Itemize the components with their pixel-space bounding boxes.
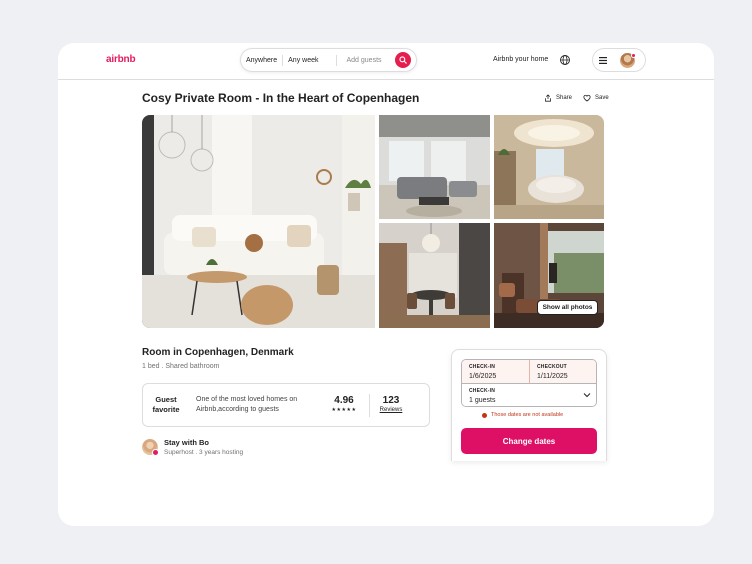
guest-favorite-card: Guest favorite One of the most loved hom… [142,383,430,427]
photo-living-room-grey-sofa[interactable] [379,115,490,219]
star-icons: ★★★★★ [331,407,357,413]
photo-main-living-room[interactable] [142,115,375,328]
listing-page: airbnb Anywhere Any week Add guests Airb… [58,43,714,526]
heart-icon [583,94,591,102]
reviews-link[interactable]: Reviews [375,407,407,413]
share-button[interactable]: Share [544,94,572,102]
guests-label: CHECK-IN [469,388,496,394]
user-menu-button[interactable] [592,48,646,72]
search-guests[interactable]: Add guests [337,57,387,64]
checkin-label: CHECK-IN [469,364,496,370]
guests-select[interactable]: CHECK-IN 1 guests [462,384,596,406]
show-all-photos-button[interactable]: Show all photos [537,300,598,315]
checkout-value: 1/11/2025 [537,373,568,380]
host-info[interactable]: Stay with Bo Superhost . 3 years hosting [142,437,342,459]
divider [369,394,370,417]
search-icon [399,56,407,64]
top-nav: airbnb Anywhere Any week Add guests Airb… [58,43,714,80]
checkout-label: CHECKOUT [537,364,567,370]
date-picker[interactable]: CHECK-IN 1/6/2025 CHECKOUT 1/11/2025 CHE… [461,359,597,407]
host-name: Stay with Bo [164,438,210,447]
room-type-heading: Room in Copenhagen, Denmark [142,347,294,358]
error-icon [482,412,487,418]
photo-dining-area[interactable] [379,223,490,328]
change-dates-button[interactable]: Change dates [461,428,597,454]
save-label: Save [595,95,609,101]
guest-favorite-description: One of the most loved homes on Airbnb,ac… [196,396,298,413]
photo-luxury-bedroom[interactable] [494,115,604,219]
checkin-value: 1/6/2025 [469,373,497,380]
listing-title: Cosy Private Room - In the Heart of Cope… [142,91,420,105]
reviews[interactable]: 123 Reviews [375,395,407,413]
superhost-badge-icon [152,449,159,456]
error-text: Those dates are not available [491,412,564,418]
rating-value: 4.96 [334,395,354,406]
checkout-field[interactable]: CHECKOUT 1/11/2025 [530,360,596,384]
globe-icon[interactable] [559,54,571,66]
search-when[interactable]: Any week [283,57,323,64]
listing-actions: Share Save [544,94,609,102]
hamburger-icon [599,57,607,64]
host-your-home-link[interactable]: Airbnb your home [493,56,548,63]
booking-card: CHECK-IN 1/6/2025 CHECKOUT 1/11/2025 CHE… [451,349,607,461]
dates-error: Those dates are not available [482,412,563,418]
share-label: Share [556,95,573,101]
airbnb-logo[interactable]: airbnb [106,54,136,65]
checkin-field[interactable]: CHECK-IN 1/6/2025 [462,360,530,384]
search-where[interactable]: Anywhere [241,57,282,64]
guest-favorite-badge: Guest favorite [152,395,180,414]
notification-dot [631,53,636,58]
reviews-count: 123 [382,395,400,406]
room-details: 1 bed . Shared bathroom [142,363,220,370]
guests-value: 1 guests [469,397,496,404]
search-bar[interactable]: Anywhere Any week Add guests [240,48,417,72]
save-button[interactable]: Save [583,94,609,102]
host-subtitle: Superhost . 3 years hosting [164,449,244,456]
share-icon [545,94,551,102]
chevron-down-icon [583,393,591,398]
rating: 4.96 ★★★★★ [329,395,359,413]
search-button[interactable] [395,52,411,68]
